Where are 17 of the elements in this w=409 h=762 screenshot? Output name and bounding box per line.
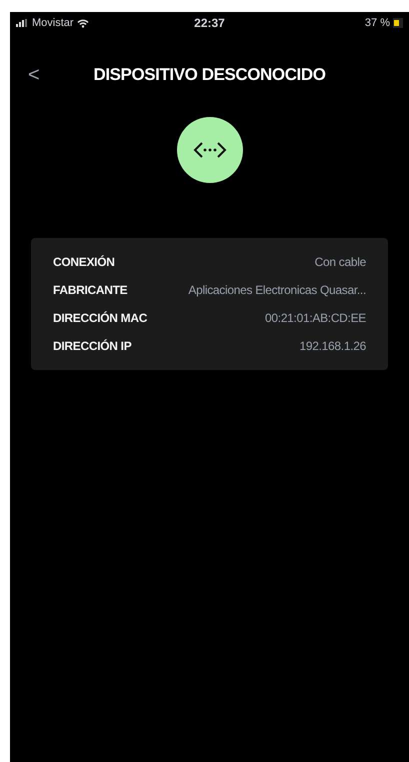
detail-value: 00:21:01:AB:CD:EE [265, 310, 366, 327]
detail-value: 192.168.1.26 [300, 338, 366, 355]
wifi-icon [76, 18, 89, 28]
battery-percentage: 37 % [364, 16, 390, 31]
detail-label: DIRECCIÓN IP [53, 338, 132, 355]
status-time: 22:37 [194, 16, 225, 30]
signal-icon [16, 19, 29, 27]
detail-label: CONEXIÓN [53, 254, 115, 271]
back-button[interactable]: < [28, 60, 40, 90]
detail-label: FABRICANTE [53, 282, 128, 299]
detail-label: DIRECCIÓN MAC [53, 310, 148, 327]
detail-value: Con cable [314, 254, 366, 271]
detail-value: Aplicaciones Electronicas Quasar... [188, 282, 366, 299]
screen-title: DISPOSITIVO DESCONOCIDO [93, 65, 326, 84]
connection-icon [176, 116, 244, 184]
battery-icon [393, 18, 403, 28]
carrier-name: Movistar [32, 16, 74, 31]
